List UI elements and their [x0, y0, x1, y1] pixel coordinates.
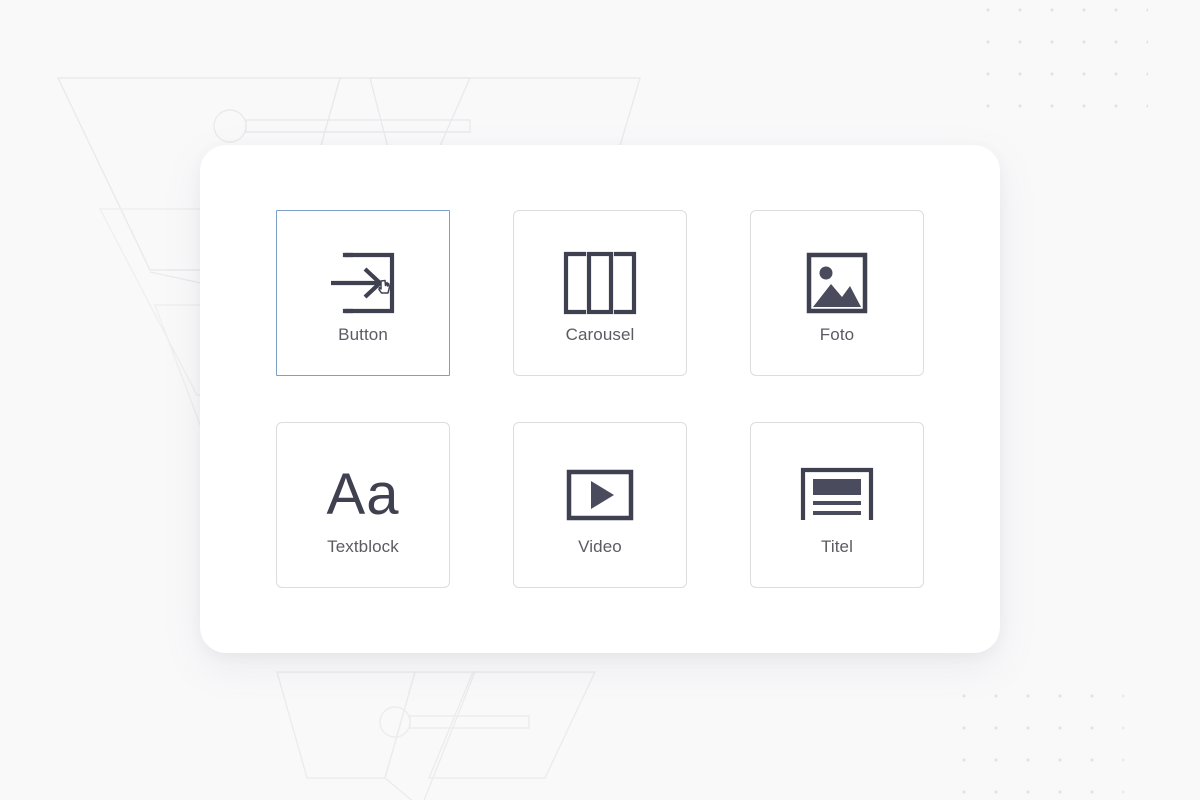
card-label: Titel	[821, 536, 853, 556]
video-play-icon	[566, 456, 634, 534]
dot-grid-bottom-right	[948, 680, 1124, 798]
text-aa-icon: Aa	[327, 456, 400, 534]
card-button[interactable]: Button	[276, 210, 450, 376]
card-label: Button	[338, 324, 388, 344]
aa-glyph: Aa	[326, 461, 400, 527]
photo-image-icon	[806, 244, 868, 322]
button-enter-arrow-icon	[327, 244, 399, 322]
card-label: Carousel	[565, 324, 635, 344]
watermark-logo-bottom-left	[276, 671, 597, 800]
card-titel[interactable]: Titel	[750, 422, 924, 588]
card-label: Textblock	[327, 536, 399, 556]
card-label: Video	[578, 536, 622, 556]
block-picker-panel: Button Carousel Foto Aa Textblock Video …	[200, 145, 1000, 653]
card-video[interactable]: Video	[513, 422, 687, 588]
block-type-grid: Button Carousel Foto Aa Textblock Video …	[276, 210, 924, 588]
title-heading-icon	[800, 456, 874, 534]
card-carousel[interactable]: Carousel	[513, 210, 687, 376]
dot-grid-top-right	[972, 0, 1148, 124]
card-label: Foto	[819, 324, 855, 344]
carousel-slides-icon	[562, 244, 638, 322]
card-foto[interactable]: Foto	[750, 210, 924, 376]
card-textblock[interactable]: Aa Textblock	[276, 422, 450, 588]
